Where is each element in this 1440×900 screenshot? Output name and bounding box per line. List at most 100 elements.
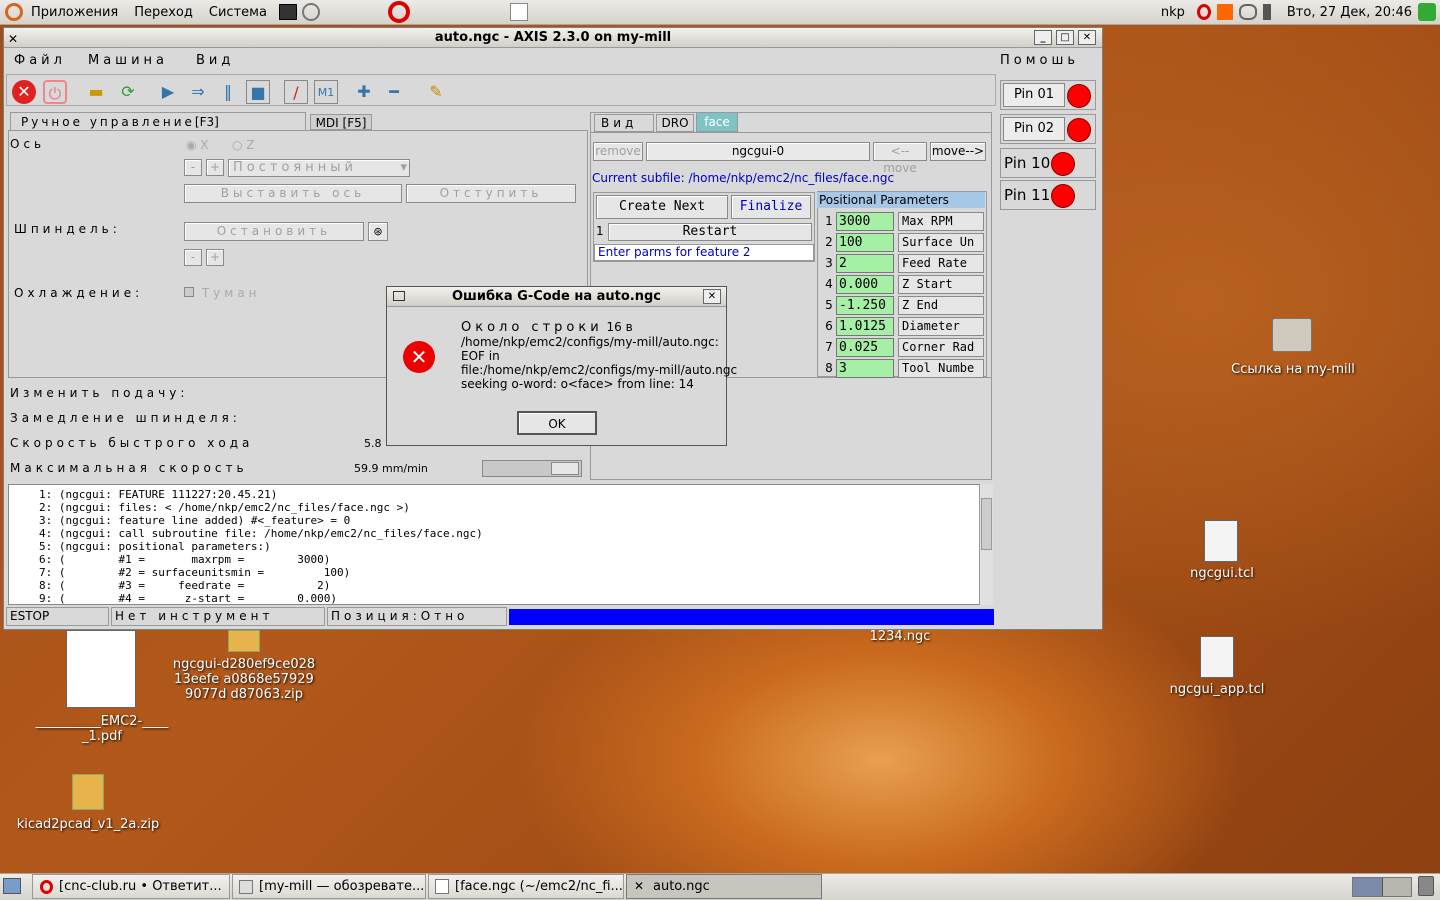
panel-user[interactable]: nkp bbox=[1161, 5, 1185, 20]
trash-icon[interactable] bbox=[1418, 876, 1434, 896]
volume-icon[interactable] bbox=[1262, 4, 1281, 20]
workspace-active[interactable] bbox=[1353, 878, 1383, 896]
param-value-input[interactable]: 0.000 bbox=[836, 275, 894, 294]
menu-places[interactable]: Переход bbox=[126, 5, 201, 20]
tab-face[interactable]: face bbox=[696, 112, 738, 132]
desktop-folder-link[interactable]: Ссылка на my-mill bbox=[1228, 318, 1358, 388]
move-left-button[interactable]: <--move bbox=[873, 142, 927, 175]
menu-file[interactable]: Файл bbox=[14, 49, 66, 73]
jog-plus-button[interactable]: + bbox=[206, 159, 224, 176]
update-icon[interactable] bbox=[1216, 4, 1233, 20]
notes-icon[interactable] bbox=[509, 3, 528, 21]
dialog-line1: Около строки 16 в bbox=[461, 320, 737, 335]
taskbar-item-my-mill[interactable]: [my-mill — обозревате... bbox=[232, 874, 426, 899]
pause-icon[interactable]: ‖ bbox=[216, 80, 240, 104]
desktop-file-ngcgui-app-tcl[interactable]: ngcgui_app.tcl bbox=[1164, 636, 1270, 700]
spindle-slower-button[interactable]: - bbox=[184, 249, 202, 266]
terminal-icon[interactable] bbox=[278, 4, 297, 20]
create-next-button[interactable]: Create Next bbox=[596, 195, 728, 219]
open-file-icon[interactable]: ▬ bbox=[84, 80, 108, 104]
finalize-button[interactable]: Finalize bbox=[731, 195, 811, 219]
param-value-input[interactable]: 0.025 bbox=[836, 338, 894, 357]
close-button[interactable]: ✕ bbox=[1078, 30, 1096, 45]
offset-button[interactable]: Отступить bbox=[406, 184, 576, 203]
tab-view[interactable]: Вид bbox=[594, 114, 654, 132]
tab-mdi[interactable]: MDI [F5] bbox=[310, 114, 372, 130]
power-icon[interactable]: ⏻ bbox=[43, 80, 67, 104]
axis-x-radio[interactable]: ◉ X bbox=[186, 138, 209, 152]
workspace-switcher[interactable] bbox=[1352, 877, 1412, 897]
stop-icon[interactable]: ■ bbox=[246, 80, 270, 104]
set-axis-button[interactable]: Выставить ось bbox=[184, 184, 402, 203]
maximize-button[interactable]: □ bbox=[1056, 30, 1074, 45]
desktop-file-1234-ngc[interactable]: 1234.ngc bbox=[862, 629, 938, 644]
jog-minus-button[interactable]: - bbox=[184, 159, 202, 176]
param-value-input[interactable]: 3000 bbox=[836, 212, 894, 231]
pin-01-label[interactable]: Pin 01 bbox=[1003, 83, 1065, 107]
show-desktop-icon[interactable] bbox=[3, 878, 21, 894]
spindle-faster-button[interactable]: + bbox=[206, 249, 224, 266]
move-right-button[interactable]: move--> bbox=[930, 142, 986, 161]
dialog-ok-button[interactable]: OK bbox=[517, 411, 597, 435]
max-velocity-slider[interactable] bbox=[482, 460, 582, 477]
network-icon[interactable] bbox=[301, 3, 320, 21]
zoom-out-icon[interactable]: ━ bbox=[382, 80, 406, 104]
dialog-titlebar[interactable]: Ошибка G-Code на auto.ngc ✕ bbox=[387, 287, 726, 307]
optional-stop-icon[interactable]: M1 bbox=[314, 80, 338, 104]
remove-button[interactable]: remove bbox=[593, 142, 643, 161]
desktop-file-ngcgui-zip[interactable]: ngcgui-d280ef9ce02813eefe a0868e57929907… bbox=[172, 630, 316, 720]
menu-help[interactable]: Помошь bbox=[1000, 49, 1079, 73]
pin-02-label[interactable]: Pin 02 bbox=[1003, 117, 1065, 141]
window-menu-icon[interactable]: ✕ bbox=[8, 30, 18, 49]
window-titlebar[interactable]: ✕ auto.ngc - AXIS 2.3.0 on my-mill _ □ ✕ bbox=[4, 28, 1102, 48]
opera-icon[interactable] bbox=[387, 1, 410, 23]
pin-01: Pin 01 bbox=[1000, 80, 1096, 110]
menu-machine[interactable]: Машина bbox=[88, 49, 168, 73]
estop-icon[interactable]: ✕ bbox=[12, 80, 36, 104]
taskbar-item-face-ngc[interactable]: [face.ngc (~/emc2/nc_fi... bbox=[428, 874, 624, 899]
ubuntu-logo-icon[interactable] bbox=[5, 3, 23, 21]
clear-plot-icon[interactable]: ✎ bbox=[424, 80, 448, 104]
taskbar-item-cnc-club[interactable]: [cnc-club.ru • Ответит... bbox=[32, 874, 230, 899]
tab-manual[interactable]: Ручное управление[F3] bbox=[10, 112, 306, 130]
slider-thumb[interactable] bbox=[551, 462, 579, 475]
axis-z-radio[interactable]: ○ Z bbox=[232, 138, 255, 152]
logout-icon[interactable] bbox=[1418, 3, 1436, 21]
taskbar-item-auto-ngc[interactable]: ✕ auto.ngc bbox=[626, 874, 822, 899]
minimize-button[interactable]: _ bbox=[1034, 30, 1052, 45]
zoom-in-icon[interactable]: ✚ bbox=[352, 80, 376, 104]
scrollbar-thumb[interactable] bbox=[981, 498, 992, 550]
gcode-listing[interactable]: 1: (ngcgui: FEATURE 111227:20.45.21) 2: (… bbox=[8, 484, 993, 605]
mist-checkbox[interactable]: Туман bbox=[184, 286, 261, 300]
spindle-brake-icon[interactable]: ⊛ bbox=[368, 222, 388, 241]
menu-system[interactable]: Система bbox=[201, 5, 275, 20]
panel-clock[interactable]: Вто, 27 Дек, 20:46 bbox=[1287, 5, 1412, 20]
menu-view[interactable]: Вид bbox=[196, 49, 234, 73]
opera-tray-icon[interactable] bbox=[1196, 4, 1211, 20]
run-icon[interactable]: ▶ bbox=[156, 80, 180, 104]
param-value-input[interactable]: 2 bbox=[836, 254, 894, 273]
param-value-input[interactable]: -1.250 bbox=[836, 296, 894, 315]
desktop-file-pdf[interactable]: __________EMC2-____ _1.pdf bbox=[30, 630, 174, 746]
param-number: 2 bbox=[825, 235, 833, 249]
dialog-close-button[interactable]: ✕ bbox=[703, 289, 721, 304]
pin-10-led bbox=[1051, 152, 1075, 176]
param-value-input[interactable]: 100 bbox=[836, 233, 894, 252]
param-value-input[interactable]: 1.0125 bbox=[836, 317, 894, 336]
desktop-file-ngcgui-tcl[interactable]: ngcgui.tcl bbox=[1180, 520, 1264, 584]
restart-button[interactable]: Restart bbox=[608, 223, 812, 241]
tab-dro[interactable]: DRO bbox=[656, 114, 694, 132]
gcode-scrollbar[interactable] bbox=[979, 484, 993, 605]
param-label: Max RPM bbox=[898, 212, 984, 231]
spindle-stop-button[interactable]: Остановить bbox=[184, 222, 364, 241]
step-icon[interactable]: ⇒ bbox=[186, 80, 210, 104]
jog-mode-select[interactable]: Постоянный ▾ bbox=[228, 159, 410, 177]
network-manager-icon[interactable] bbox=[1238, 4, 1257, 20]
archive-icon bbox=[228, 630, 260, 652]
param-value-input[interactable]: 3 bbox=[836, 359, 894, 378]
block-delete-icon[interactable]: / bbox=[284, 80, 308, 104]
reload-icon[interactable]: ⟳ bbox=[116, 80, 140, 104]
dialog-menu-icon[interactable] bbox=[393, 291, 405, 301]
menu-applications[interactable]: Приложения bbox=[23, 5, 126, 20]
desktop-file-kicad-zip[interactable]: kicad2pcad_v1_2a.zip bbox=[16, 772, 160, 836]
